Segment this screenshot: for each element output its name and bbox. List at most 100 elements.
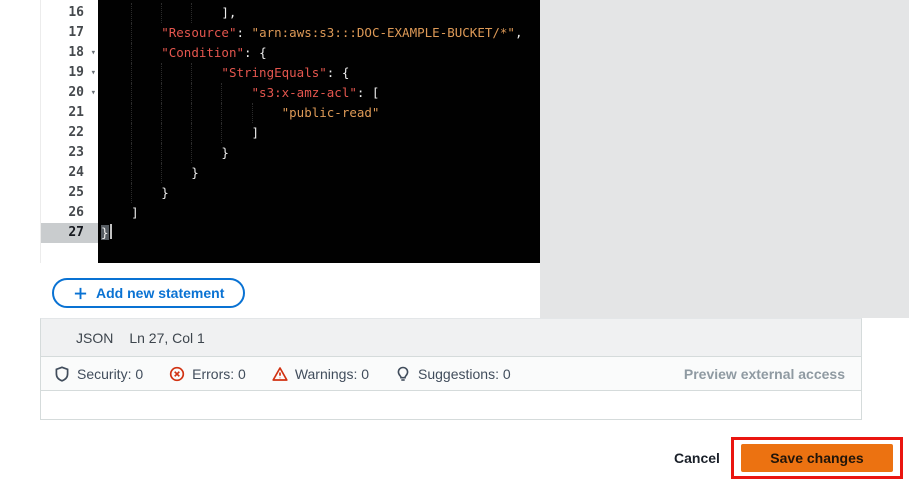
code-line[interactable]: ]: [101, 203, 540, 223]
code-line[interactable]: "s3:x-amz-acl": [: [101, 83, 540, 103]
code-token: "Resource": [161, 25, 236, 40]
security-status: Security: 0: [54, 366, 143, 382]
code-token: ,: [515, 25, 523, 40]
indent-guide: [252, 103, 253, 123]
policy-code-editor[interactable]: 161718▾19▾20▾21222324252627 ], "Resource…: [40, 0, 540, 263]
editor-gutter: 161718▾19▾20▾21222324252627: [41, 0, 98, 263]
indent-guide: [221, 103, 222, 123]
code-token: "arn:aws:s3:::DOC-EXAMPLE-BUCKET/*": [252, 25, 515, 40]
indent-guide: [161, 83, 162, 103]
indent-guide: [221, 83, 222, 103]
code-token: ]: [101, 205, 139, 220]
indent-guide: [131, 183, 132, 203]
indent-guide: [131, 163, 132, 183]
code-token: "StringEquals": [221, 65, 326, 80]
code-token: "public-read": [282, 105, 380, 120]
warnings-count-label: Warnings: 0: [295, 366, 369, 382]
plus-icon: [73, 286, 88, 301]
panel-bottom-strip: [40, 391, 862, 420]
warning-icon: [272, 366, 288, 382]
indent-guide: [161, 143, 162, 163]
code-token: [101, 85, 252, 100]
suggestions-count-label: Suggestions: 0: [418, 366, 511, 382]
code-token: :: [236, 25, 251, 40]
code-token: ]: [101, 125, 259, 140]
indent-guide: [131, 23, 132, 43]
code-line[interactable]: "public-read": [101, 103, 540, 123]
code-line[interactable]: }: [101, 163, 540, 183]
gutter-line-number: 17: [41, 23, 98, 43]
editor-code[interactable]: ], "Resource": "arn:aws:s3:::DOC-EXAMPLE…: [98, 0, 540, 263]
gutter-line-number: 16: [41, 3, 98, 23]
gutter-line-number: 26: [41, 203, 98, 223]
indent-guide: [131, 3, 132, 23]
code-token: : {: [244, 45, 267, 60]
footer: Cancel Save changes: [0, 437, 909, 483]
code-token: ],: [101, 5, 236, 20]
indent-guide: [191, 143, 192, 163]
indent-guide: [131, 63, 132, 83]
code-token: }: [101, 165, 199, 180]
indent-guide: [191, 103, 192, 123]
gutter-line-number: 21: [41, 103, 98, 123]
code-line[interactable]: ]: [101, 123, 540, 143]
code-line[interactable]: }: [101, 223, 540, 243]
suggestions-status: Suggestions: 0: [395, 366, 511, 382]
gutter-line-number[interactable]: 19▾: [41, 63, 98, 83]
cancel-button[interactable]: Cancel: [674, 450, 720, 466]
code-line[interactable]: "Resource": "arn:aws:s3:::DOC-EXAMPLE-BU…: [101, 23, 540, 43]
editor-mode-label: JSON: [76, 330, 113, 346]
page: 161718▾19▾20▾21222324252627 ], "Resource…: [0, 0, 909, 483]
indent-guide: [191, 123, 192, 143]
indent-guide: [161, 3, 162, 23]
add-new-statement-label: Add new statement: [96, 285, 224, 301]
indent-guide: [161, 63, 162, 83]
indent-guide: [131, 103, 132, 123]
code-line[interactable]: }: [101, 183, 540, 203]
fold-arrow-icon[interactable]: ▾: [91, 63, 96, 83]
indent-guide: [131, 143, 132, 163]
gutter-line-number[interactable]: 20▾: [41, 83, 98, 103]
indent-guide: [161, 163, 162, 183]
indent-guide: [221, 123, 222, 143]
gutter-line-number[interactable]: 18▾: [41, 43, 98, 63]
cursor-position-label: Ln 27, Col 1: [129, 330, 205, 346]
code-line[interactable]: "StringEquals": {: [101, 63, 540, 83]
code-token: }: [101, 185, 169, 200]
gutter-line-number: 25: [41, 183, 98, 203]
errors-status: Errors: 0: [169, 366, 246, 382]
indent-guide: [131, 43, 132, 63]
validation-bar: Security: 0 Errors: 0 Warnings: 0 Sugges…: [40, 357, 862, 391]
code-token: : [: [357, 85, 380, 100]
annotation-highlight-box: Save changes: [731, 437, 903, 479]
lightbulb-icon: [395, 366, 411, 382]
indent-guide: [191, 3, 192, 23]
code-line[interactable]: }: [101, 143, 540, 163]
right-gray-panel: [540, 0, 909, 318]
code-token: }: [101, 145, 229, 160]
editor-status-bar: JSON Ln 27, Col 1: [40, 318, 862, 357]
gutter-line-number: 27: [41, 223, 98, 243]
add-new-statement-button[interactable]: Add new statement: [52, 278, 245, 308]
gutter-line-number: 24: [41, 163, 98, 183]
warnings-status: Warnings: 0: [272, 366, 369, 382]
shield-icon: [54, 366, 70, 382]
code-token: : {: [327, 65, 350, 80]
preview-external-access-button[interactable]: Preview external access: [684, 366, 845, 382]
code-line[interactable]: "Condition": {: [101, 43, 540, 63]
errors-count-label: Errors: 0: [192, 366, 246, 382]
code-token: }: [101, 225, 109, 240]
error-icon: [169, 366, 185, 382]
indent-guide: [131, 83, 132, 103]
indent-guide: [131, 123, 132, 143]
fold-arrow-icon[interactable]: ▾: [91, 83, 96, 103]
code-token: "s3:x-amz-acl": [252, 85, 357, 100]
gutter-line-number: 22: [41, 123, 98, 143]
security-count-label: Security: 0: [77, 366, 143, 382]
gutter-line-number: 23: [41, 143, 98, 163]
indent-guide: [161, 123, 162, 143]
code-line[interactable]: ],: [101, 3, 540, 23]
save-changes-button[interactable]: Save changes: [741, 444, 893, 472]
fold-arrow-icon[interactable]: ▾: [91, 43, 96, 63]
code-token: "Condition": [161, 45, 244, 60]
